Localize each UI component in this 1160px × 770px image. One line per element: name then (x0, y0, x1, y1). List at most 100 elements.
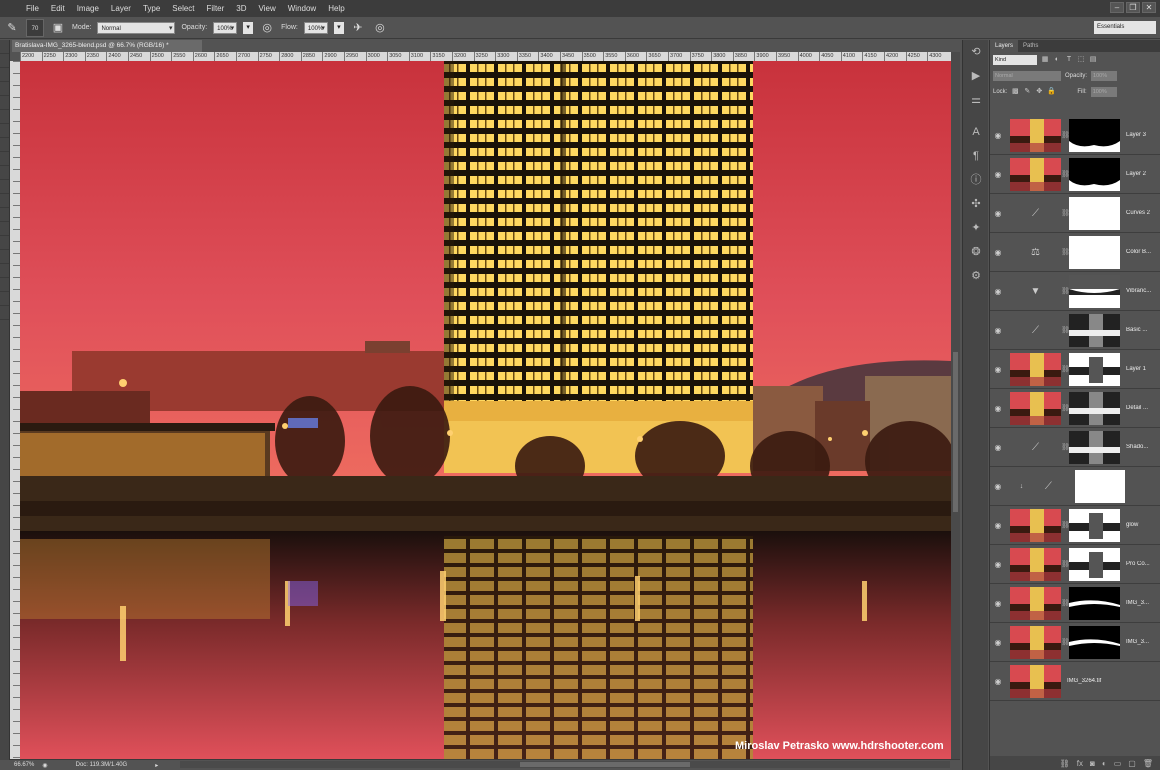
layer-thumbnail[interactable] (1010, 157, 1061, 191)
mask-link-icon[interactable]: ⛓ (1061, 443, 1070, 451)
status-arrow-icon[interactable]: ▸ (155, 762, 158, 769)
layer-thumbnail[interactable] (1010, 118, 1061, 152)
horizontal-scroll-thumb[interactable] (520, 762, 690, 767)
layer-thumbnail[interactable] (1010, 547, 1061, 581)
mask-link-icon[interactable]: ⛓ (1061, 287, 1070, 295)
filter-adjustment-icon[interactable]: ◐ (1053, 56, 1061, 64)
visibility-eye-icon[interactable]: ◉ (990, 404, 1006, 413)
adjustments-icon[interactable]: ⚌ (963, 88, 989, 112)
layer-mask-thumbnail[interactable] (1069, 352, 1120, 386)
eyedropper-tool-icon[interactable] (0, 110, 9, 124)
brush-tool-icon[interactable]: ✎ (4, 20, 20, 36)
filter-shape-icon[interactable]: ⬚ (1077, 56, 1085, 64)
visibility-eye-icon[interactable]: ◉ (990, 209, 1006, 218)
layer-row[interactable]: ◉ ⛓ glow (990, 506, 1160, 545)
lasso-tool-icon[interactable] (0, 68, 9, 82)
layer-mask-thumbnail[interactable] (1069, 586, 1120, 620)
lock-transparent-icon[interactable]: ▩ (1011, 88, 1019, 96)
status-menu-icon[interactable]: ◉ (42, 762, 47, 769)
history-brush-tool-icon[interactable] (0, 166, 9, 180)
layer-mask-thumbnail[interactable] (1069, 625, 1120, 659)
layer-row[interactable]: ◉ ↓ ⟋ (990, 467, 1160, 506)
eraser-tool-icon[interactable] (0, 180, 9, 194)
layer-row[interactable]: ◉ ⛓ Layer 2 (990, 155, 1160, 194)
lock-image-icon[interactable]: ✎ (1023, 88, 1031, 96)
vertical-scroll-thumb[interactable] (953, 352, 958, 512)
pressure-opacity-icon[interactable]: ◎ (259, 20, 275, 36)
delete-layer-icon[interactable]: 🗑 (1143, 759, 1153, 768)
airbrush-icon[interactable]: ✈ (350, 20, 366, 36)
layer-mask-thumbnail[interactable] (1069, 313, 1120, 347)
visibility-eye-icon[interactable]: ◉ (990, 638, 1006, 647)
menu-filter[interactable]: Filter (201, 4, 231, 13)
layer-row[interactable]: ◉ ⛓ IMG_3... (990, 623, 1160, 662)
brush-size-picker[interactable]: 70 (26, 18, 44, 37)
layer-thumbnail[interactable] (1010, 625, 1061, 659)
tool-presets-icon[interactable]: ⚙ (963, 264, 989, 288)
mask-link-icon[interactable]: ⛓ (1061, 404, 1070, 412)
workspace-select[interactable]: Essentials (1094, 21, 1156, 34)
pressure-size-icon[interactable]: ◎ (372, 20, 388, 36)
quick-select-tool-icon[interactable] (0, 82, 9, 96)
brush-panel-icon[interactable]: ▣ (50, 20, 66, 36)
document-canvas[interactable] (20, 61, 951, 759)
mask-link-icon[interactable]: ⛓ (1061, 599, 1070, 607)
lock-position-icon[interactable]: ✥ (1035, 88, 1043, 96)
blur-tool-icon[interactable] (0, 208, 9, 222)
mask-link-icon[interactable]: ⛓ (1061, 326, 1070, 334)
document-tab[interactable]: Bratislava-IMG_3265-blend.psd @ 66.7% (R… (12, 40, 202, 52)
zoom-tool-icon[interactable] (0, 306, 9, 320)
filter-pixel-icon[interactable]: ▦ (1041, 56, 1049, 64)
minimize-icon[interactable]: – (1110, 2, 1124, 13)
layer-mask-thumbnail[interactable] (1069, 157, 1120, 191)
navigator-icon[interactable]: ✣ (963, 192, 989, 216)
visibility-eye-icon[interactable]: ◉ (990, 365, 1006, 374)
layer-mask-thumbnail[interactable] (1069, 391, 1120, 425)
history-icon[interactable]: ⟲ (963, 40, 989, 64)
vertical-scrollbar[interactable] (951, 52, 960, 759)
move-tool-icon[interactable] (0, 40, 9, 54)
actions-icon[interactable]: ▶ (963, 64, 989, 88)
layer-opacity-input[interactable]: 100% (1091, 71, 1118, 81)
visibility-eye-icon[interactable]: ◉ (990, 482, 1006, 491)
flow-dropdown-icon[interactable]: ▾ (333, 21, 344, 34)
layer-row[interactable]: ◉ ⟋ ⛓ Shado... (990, 428, 1160, 467)
layer-row[interactable]: ◉ ⛓ Pro Co... (990, 545, 1160, 584)
layer-row[interactable]: ◉ ⚖ ⛓ Color B... (990, 233, 1160, 272)
menu-3d[interactable]: 3D (230, 4, 252, 13)
add-mask-icon[interactable]: ◙ (1090, 759, 1095, 768)
new-adjustment-icon[interactable]: ◐ (1102, 759, 1107, 768)
layer-mask-thumbnail[interactable] (1075, 469, 1126, 503)
visibility-eye-icon[interactable]: ◉ (990, 248, 1006, 257)
filter-type-icon[interactable]: T (1065, 56, 1073, 64)
layer-mask-thumbnail[interactable] (1069, 196, 1120, 230)
layer-mask-thumbnail[interactable] (1069, 508, 1120, 542)
layer-row[interactable]: ◉ IMG_3264.tif (990, 662, 1160, 701)
menu-file[interactable]: File (20, 4, 45, 13)
layer-row[interactable]: ◉ ⛓ IMG_3... (990, 584, 1160, 623)
mask-link-icon[interactable]: ⛓ (1061, 131, 1070, 139)
layer-thumbnail[interactable] (1010, 664, 1061, 698)
brush-presets-icon[interactable]: ✦ (963, 216, 989, 240)
opacity-dropdown-icon[interactable]: ▾ (243, 21, 254, 34)
layer-mask-thumbnail[interactable] (1069, 235, 1120, 269)
layer-mask-thumbnail[interactable] (1069, 118, 1120, 152)
menu-image[interactable]: Image (71, 4, 105, 13)
visibility-eye-icon[interactable]: ◉ (990, 287, 1006, 296)
info-icon[interactable]: ⓘ (963, 168, 989, 192)
shape-tool-icon[interactable] (0, 278, 9, 292)
character-icon[interactable]: A (963, 120, 989, 144)
clone-tool-icon[interactable] (0, 152, 9, 166)
new-layer-icon[interactable]: ▢ (1128, 759, 1136, 768)
visibility-eye-icon[interactable]: ◉ (990, 443, 1006, 452)
mask-link-icon[interactable]: ⛓ (1061, 365, 1070, 373)
flow-input[interactable]: 100% (303, 21, 328, 35)
zoom-level[interactable]: 66.67% (14, 762, 34, 768)
visibility-eye-icon[interactable]: ◉ (990, 521, 1006, 530)
menu-view[interactable]: View (253, 4, 282, 13)
menu-edit[interactable]: Edit (45, 4, 71, 13)
visibility-eye-icon[interactable]: ◉ (990, 170, 1006, 179)
menu-help[interactable]: Help (322, 4, 350, 13)
layer-thumbnail[interactable] (1010, 586, 1061, 620)
restore-icon[interactable]: ❐ (1126, 2, 1140, 13)
